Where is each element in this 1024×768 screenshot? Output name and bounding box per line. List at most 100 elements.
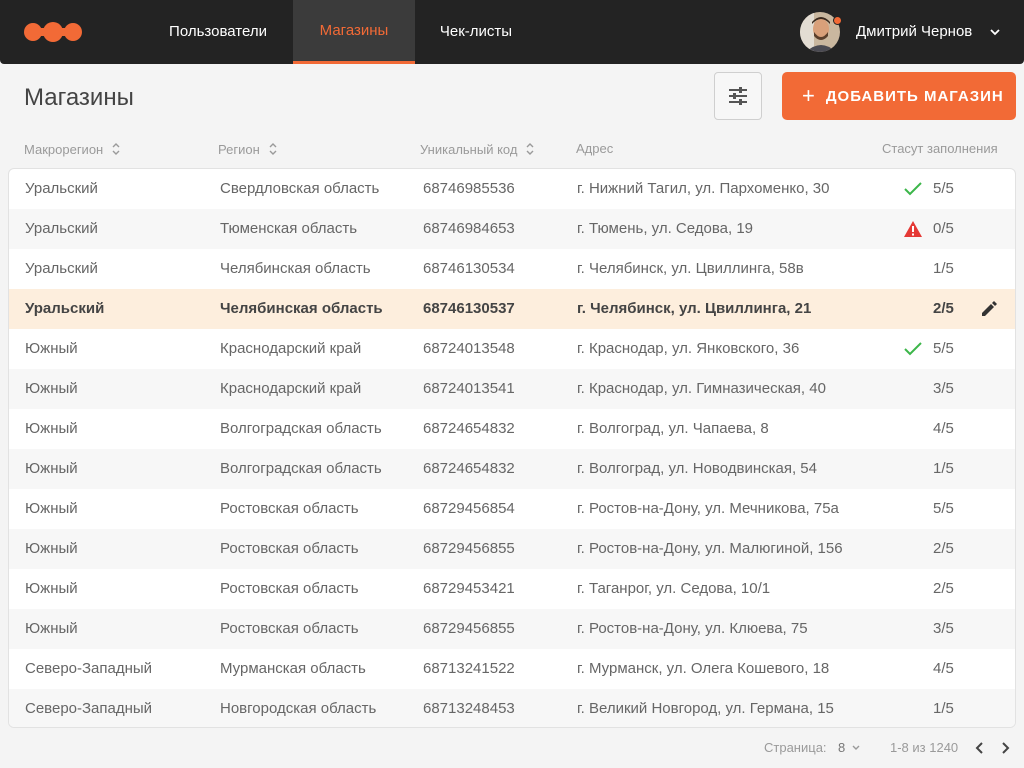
chevron-right-icon[interactable] bbox=[997, 740, 1013, 756]
cell-unique-code: 68729456855 bbox=[423, 540, 515, 557]
cell-macroregion: Южный bbox=[25, 340, 78, 357]
edit-pencil-icon[interactable] bbox=[980, 300, 998, 318]
cell-address: г. Великий Новгород, ул. Германа, 15 bbox=[577, 700, 834, 717]
top-navigation-bar: Пользователи Магазины Чек-листы Дмитрий … bbox=[0, 0, 1024, 64]
check-icon bbox=[904, 182, 922, 196]
cell-macroregion: Северо-Западный bbox=[25, 700, 153, 717]
table-row[interactable]: Южный Краснодарский край 68724013548 г. Кра… bbox=[9, 329, 1015, 369]
cell-macroregion: Южный bbox=[25, 580, 78, 597]
cell-unique-code: 68746984653 bbox=[423, 220, 515, 237]
logo-icon[interactable] bbox=[24, 20, 82, 44]
cell-status: 5/5 bbox=[933, 500, 954, 517]
pagination-range: 1-8 из 1240 bbox=[890, 740, 959, 755]
cell-status: 1/5 bbox=[933, 260, 954, 277]
column-header-macroregion[interactable]: Макрорегион bbox=[24, 141, 121, 157]
cell-address: г. Краснодар, ул. Янковского, 36 bbox=[577, 340, 800, 357]
cell-region: Тюменская область bbox=[220, 220, 358, 237]
cell-status: 4/5 bbox=[933, 420, 954, 437]
cell-region: Ростовская область bbox=[220, 620, 359, 637]
cell-address: г. Волгоград, ул. Чапаева, 8 bbox=[577, 420, 769, 437]
cell-address: г. Ростов-на-Дону, ул. Клюева, 75 bbox=[577, 620, 808, 637]
cell-unique-code: 68746130534 bbox=[423, 260, 515, 277]
page-title: Магазины bbox=[24, 84, 134, 111]
cell-address: г. Челябинск, ул. Цвиллинга, 21 bbox=[577, 300, 812, 317]
user-name[interactable]: Дмитрий Чернов bbox=[856, 0, 972, 64]
filter-button[interactable] bbox=[714, 72, 762, 120]
column-header-unique-code[interactable]: Уникальный код bbox=[420, 141, 535, 157]
nav-tab-users[interactable]: Пользователи bbox=[150, 0, 286, 64]
cell-region: Мурманская область bbox=[220, 660, 366, 677]
table-row[interactable]: Южный Ростовская область 68729456855 г. Рос… bbox=[9, 609, 1015, 649]
table-row[interactable]: Южный Волгоградская область 68724654832 г. … bbox=[9, 449, 1015, 489]
add-store-button[interactable]: + ДОБАВИТЬ МАГАЗИН bbox=[782, 72, 1016, 120]
rows-per-page-value: 8 bbox=[838, 740, 846, 755]
warning-icon bbox=[904, 221, 922, 237]
table-row[interactable]: Уральский Челябинская область 68746130534 г… bbox=[9, 249, 1015, 289]
cell-unique-code: 68724013541 bbox=[423, 380, 515, 397]
table-row[interactable]: Уральский Свердловская область 68746985536… bbox=[9, 169, 1015, 209]
cell-region: Ростовская область bbox=[220, 540, 359, 557]
cell-macroregion: Южный bbox=[25, 620, 78, 637]
cell-region: Ростовская область bbox=[220, 580, 359, 597]
table-row[interactable]: Уральский Тюменская область 68746984653 г. … bbox=[9, 209, 1015, 249]
cell-unique-code: 68713248453 bbox=[423, 700, 515, 717]
check-icon bbox=[904, 342, 922, 356]
cell-address: г. Ростов-на-Дону, ул. Мечникова, 75а bbox=[577, 500, 839, 517]
cell-region: Новгородская область bbox=[220, 700, 377, 717]
cell-macroregion: Уральский bbox=[25, 220, 98, 237]
cell-macroregion: Уральский bbox=[25, 300, 105, 317]
cell-region: Челябинская область bbox=[220, 300, 383, 317]
cell-address: г. Таганрог, ул. Седова, 10/1 bbox=[577, 580, 771, 597]
table-row[interactable]: Северо-Западный Мурманская область 6871324… bbox=[9, 649, 1015, 689]
table-row[interactable]: Уральский Челябинская область 68746130537 г… bbox=[9, 289, 1015, 329]
cell-address: г. Мурманск, ул. Олега Кошевого, 18 bbox=[577, 660, 830, 677]
cell-macroregion: Уральский bbox=[25, 180, 98, 197]
cell-address: г. Волгоград, ул. Новодвинская, 54 bbox=[577, 460, 817, 477]
cell-status: 5/5 bbox=[933, 180, 954, 197]
chevron-down-icon[interactable] bbox=[988, 26, 1002, 38]
table-row[interactable]: Южный Ростовская область 68729453421 г. Таг… bbox=[9, 569, 1015, 609]
nav-tab-stores[interactable]: Магазины bbox=[293, 0, 415, 64]
table-row[interactable]: Северо-Западный Новгородская область 68713… bbox=[9, 689, 1015, 727]
table-row[interactable]: Южный Волгоградская область 68724654832 г. … bbox=[9, 409, 1015, 449]
cell-status: 2/5 bbox=[933, 300, 954, 317]
column-header-status: Стасут заполнения bbox=[882, 141, 998, 156]
column-label: Адрес bbox=[576, 141, 614, 156]
rows-per-page-select[interactable]: 8 bbox=[838, 740, 861, 755]
cell-region: Краснодарский край bbox=[220, 340, 362, 357]
cell-address: г. Челябинск, ул. Цвиллинга, 58в bbox=[577, 260, 804, 277]
sort-icon bbox=[269, 143, 277, 155]
cell-macroregion: Южный bbox=[25, 460, 78, 477]
sort-icon bbox=[526, 143, 534, 155]
cell-macroregion: Уральский bbox=[25, 260, 98, 277]
table-row[interactable]: Южный Ростовская область 68729456854 г. Рос… bbox=[9, 489, 1015, 529]
cell-macroregion: Южный bbox=[25, 420, 78, 437]
cell-unique-code: 68746130537 bbox=[423, 300, 515, 317]
cell-macroregion: Южный bbox=[25, 500, 78, 517]
cell-macroregion: Северо-Западный bbox=[25, 660, 153, 677]
column-label: Регион bbox=[218, 141, 260, 157]
cell-address: г. Тюмень, ул. Седова, 19 bbox=[577, 220, 754, 237]
cell-region: Свердловская область bbox=[220, 180, 380, 197]
cell-region: Челябинская область bbox=[220, 260, 371, 277]
cell-address: г. Нижний Тагил, ул. Пархоменко, 30 bbox=[577, 180, 830, 197]
cell-macroregion: Южный bbox=[25, 380, 78, 397]
cell-region: Ростовская область bbox=[220, 500, 359, 517]
nav-tab-checklists[interactable]: Чек-листы bbox=[423, 0, 529, 64]
column-label: Макрорегион bbox=[24, 141, 104, 157]
notification-dot bbox=[833, 16, 842, 25]
plus-icon: + bbox=[802, 83, 816, 108]
sliders-icon bbox=[729, 87, 747, 105]
table-row[interactable]: Южный Ростовская область 68729456855 г. Рос… bbox=[9, 529, 1015, 569]
chevron-left-icon[interactable] bbox=[972, 740, 988, 756]
pagination-label: Страница: bbox=[764, 740, 827, 755]
column-header-address: Адрес bbox=[576, 141, 613, 156]
column-header-region[interactable]: Регион bbox=[218, 141, 278, 157]
cell-status: 1/5 bbox=[933, 700, 954, 717]
cell-macroregion: Южный bbox=[25, 540, 78, 557]
cell-status: 5/5 bbox=[933, 340, 954, 357]
cell-region: Волгоградская область bbox=[220, 420, 382, 437]
table-row[interactable]: Южный Краснодарский край 68724013541 г. Кра… bbox=[9, 369, 1015, 409]
cell-address: г. Ростов-на-Дону, ул. Малюгиной, 156 bbox=[577, 540, 843, 557]
cell-status: 3/5 bbox=[933, 620, 954, 637]
